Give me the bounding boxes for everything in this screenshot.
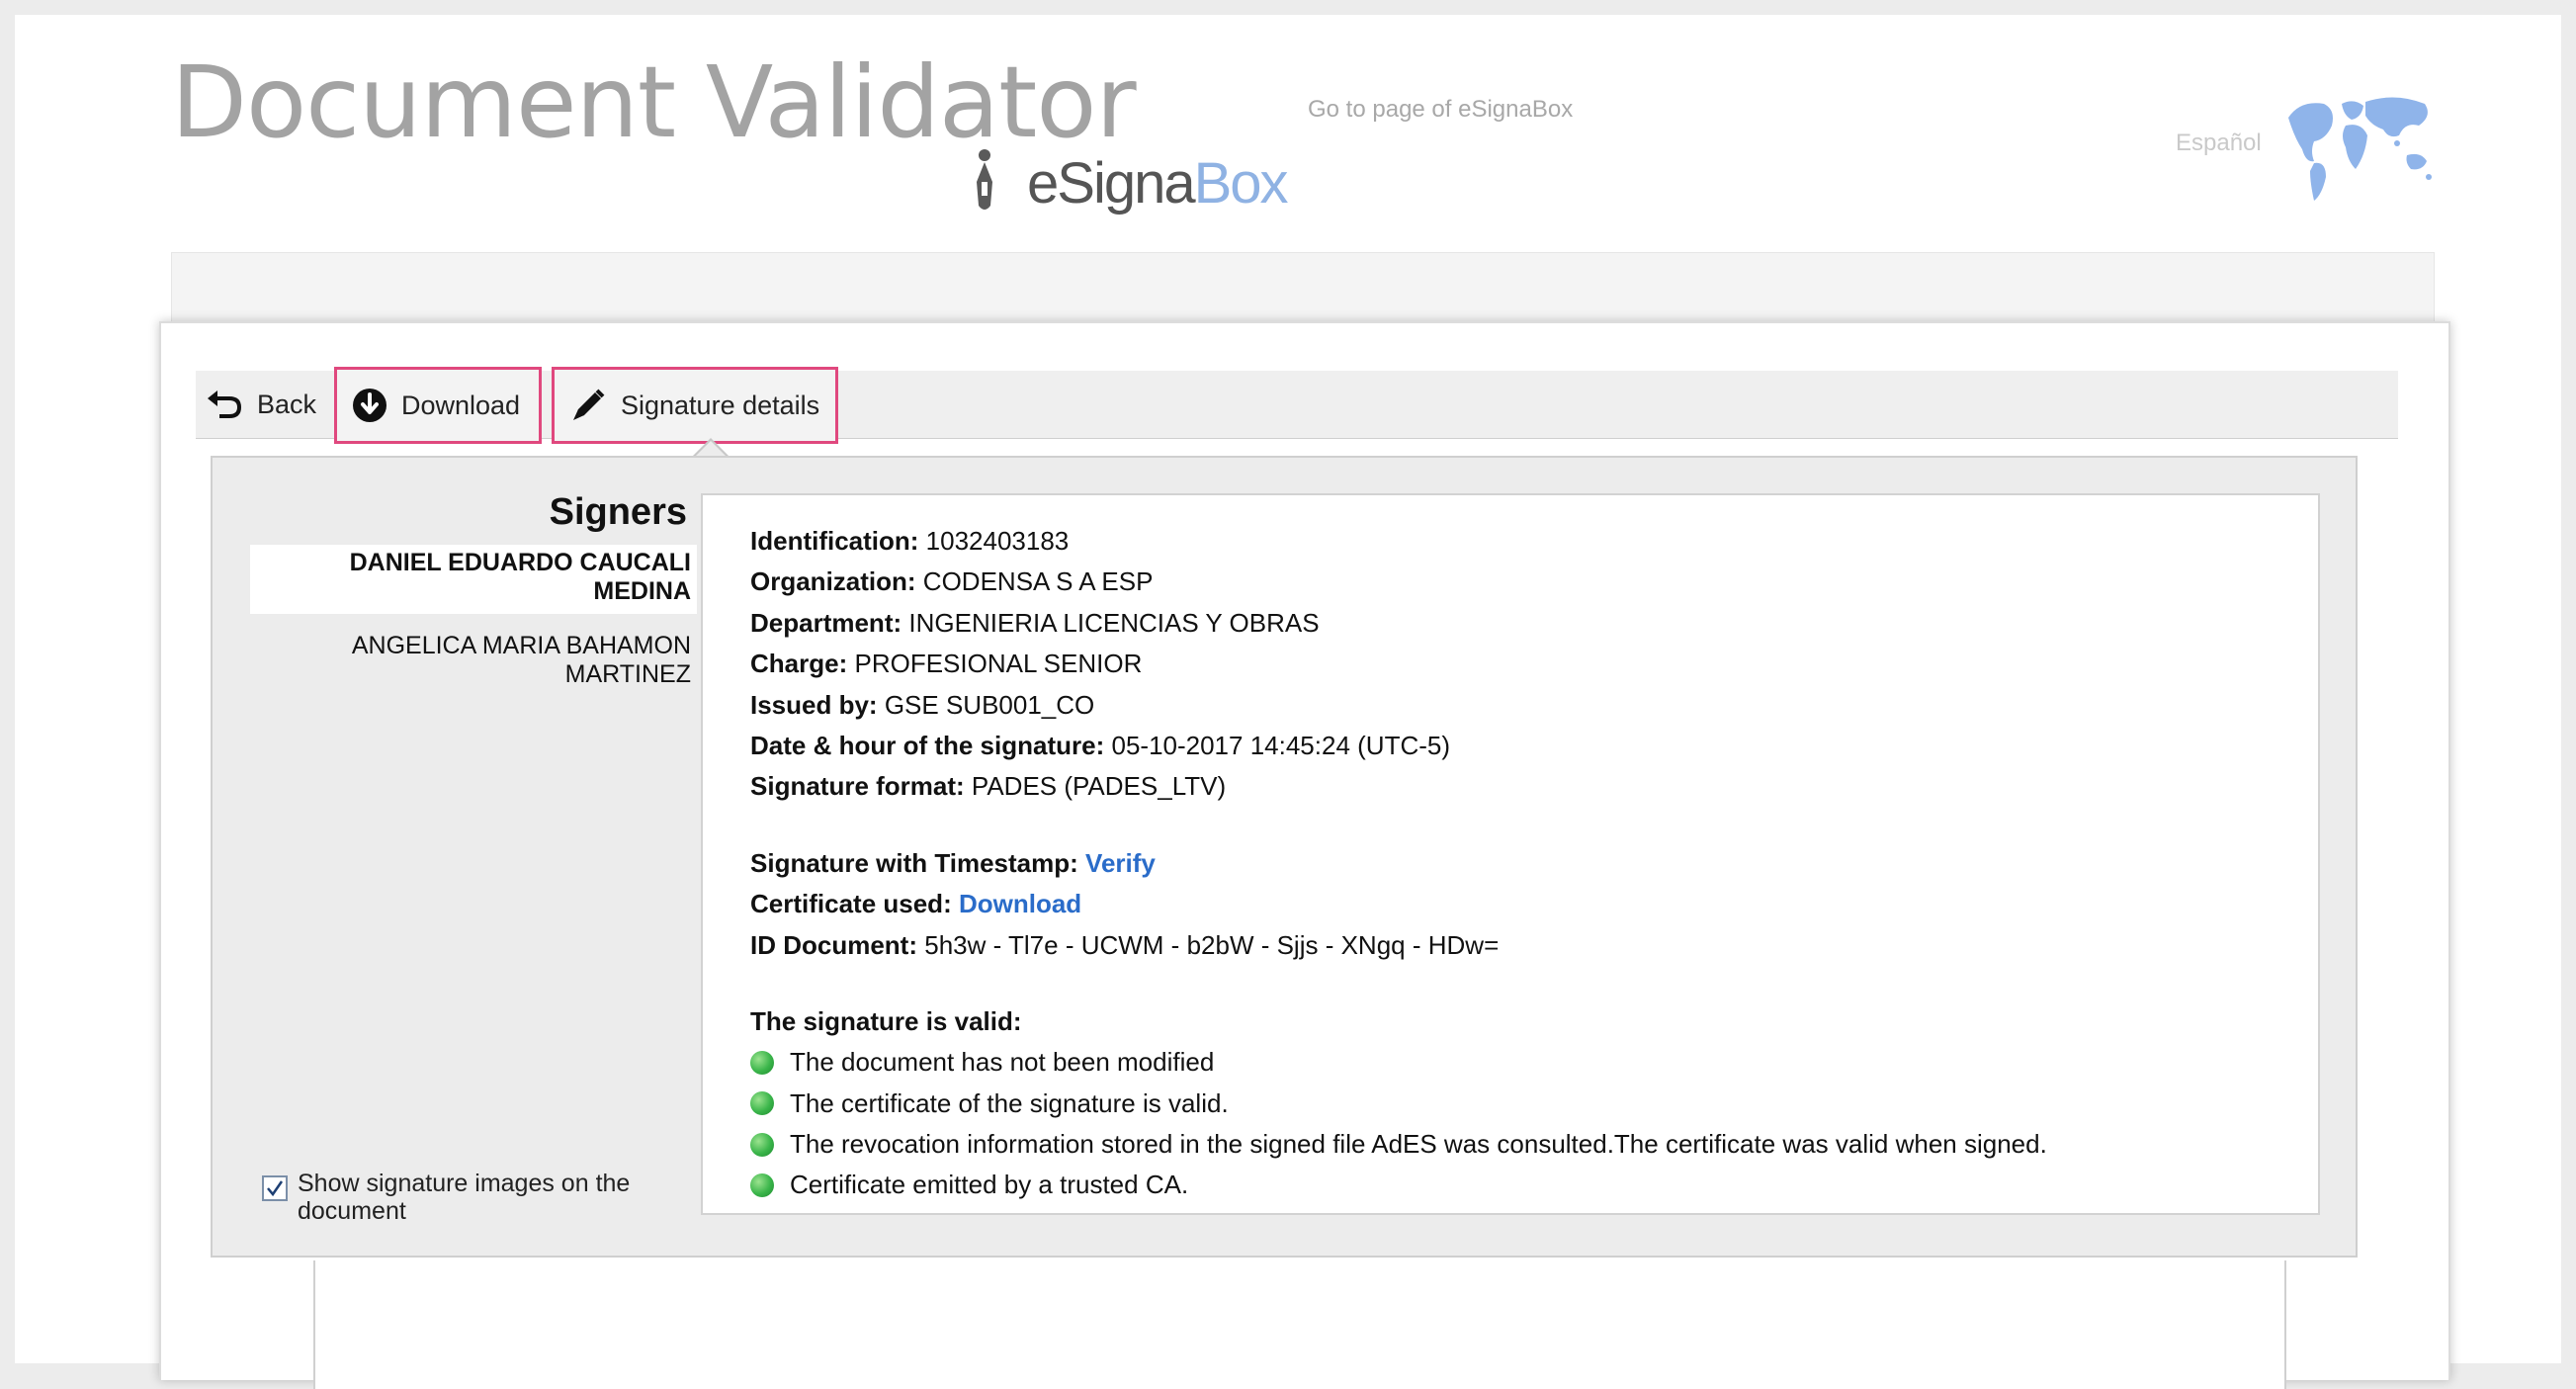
page: Document Validator eSignaBox Go to page … xyxy=(15,15,2561,1389)
pencil-icon xyxy=(573,389,605,420)
brand-name-accent: Box xyxy=(1193,150,1289,216)
download-circle-icon xyxy=(353,389,386,422)
download-button[interactable]: Download xyxy=(334,367,542,444)
tab-pointer-fill xyxy=(695,441,727,457)
green-status-icon xyxy=(750,1132,774,1157)
goto-esignabox-link[interactable]: Go to page of eSignaBox xyxy=(1308,96,1573,124)
signature-format-row: Signature format: PADES (PADES_LTV) xyxy=(750,771,1227,802)
signature-details-panel: Signers DANIEL EDUARDO CAUCALI MEDINA AN… xyxy=(211,456,2358,1258)
download-label: Download xyxy=(401,390,521,420)
show-images-label-line2: document xyxy=(298,1197,406,1225)
signature-details-tab[interactable]: Signature details xyxy=(552,367,838,444)
validity-heading: The signature is valid: xyxy=(750,1005,1022,1036)
green-status-icon xyxy=(750,1050,774,1075)
brand-name: eSigna xyxy=(1027,150,1196,216)
pen-nib-icon xyxy=(977,149,992,210)
language-link[interactable]: Español xyxy=(2176,130,2262,157)
validity-check-item: The certificate of the signature is vali… xyxy=(750,1084,2318,1124)
checkmark-icon xyxy=(267,1180,284,1197)
validity-check-item: The revocation information stored in the… xyxy=(750,1124,2318,1165)
green-status-icon xyxy=(750,1091,774,1116)
timestamp-row: Signature with Timestamp: Verify xyxy=(750,847,1156,878)
certificate-row: Certificate used: Download xyxy=(750,889,1082,919)
toolbar: Back Download Signature details xyxy=(196,367,2398,444)
download-certificate-link[interactable]: Download xyxy=(959,889,1081,918)
validity-check-item: The document has not been modified xyxy=(750,1042,2318,1083)
signer-item[interactable]: ANGELICA MARIA BAHAMON MARTINEZ xyxy=(250,632,697,689)
validity-check-item: Certificate emitted by a trusted CA. xyxy=(750,1165,2318,1205)
signer-name-line2: MEDINA xyxy=(593,577,691,605)
back-label: Back xyxy=(257,389,317,419)
document-viewer[interactable] xyxy=(313,1260,2286,1389)
id-document-row: ID Document: 5h3w - Tl7e - UCWM - b2bW -… xyxy=(750,929,1500,960)
organization-row: Organization: CODENSA S A ESP xyxy=(750,566,1154,597)
identification-row: Identification: 1032403183 xyxy=(750,526,1070,556)
signature-info-box: Identification: 1032403183 Organization:… xyxy=(701,493,2320,1215)
issued-by-row: Issued by: GSE SUB001_CO xyxy=(750,689,1095,720)
world-map-icon[interactable] xyxy=(2280,86,2439,205)
validator-card: Back Download Signature details Signers … xyxy=(159,321,2450,1389)
show-signature-images-option[interactable]: Show signature images on the document xyxy=(262,1170,677,1225)
department-row: Department: INGENIERIA LICENCIAS Y OBRAS xyxy=(750,607,1320,638)
show-signature-images-checkbox[interactable] xyxy=(262,1175,288,1201)
verify-timestamp-link[interactable]: Verify xyxy=(1085,848,1156,878)
signers-heading: Signers xyxy=(549,491,687,533)
charge-row: Charge: PROFESIONAL SENIOR xyxy=(750,649,1143,679)
brand-logo[interactable]: eSignaBox xyxy=(970,143,1289,222)
green-status-icon xyxy=(750,1173,774,1198)
undo-arrow-icon xyxy=(208,391,242,418)
signer-name-line2: MARTINEZ xyxy=(564,660,691,688)
back-button[interactable]: Back xyxy=(206,371,316,438)
signature-details-label: Signature details xyxy=(621,390,820,420)
show-images-label-line1: Show signature images on the xyxy=(298,1170,631,1197)
signer-name-line1: DANIEL EDUARDO CAUCALI xyxy=(349,549,691,576)
signer-item-selected[interactable]: DANIEL EDUARDO CAUCALI MEDINA xyxy=(250,545,697,614)
signature-date-row: Date & hour of the signature: 05-10-2017… xyxy=(750,730,1451,760)
signer-name-line1: ANGELICA MARIA BAHAMON xyxy=(351,632,691,659)
